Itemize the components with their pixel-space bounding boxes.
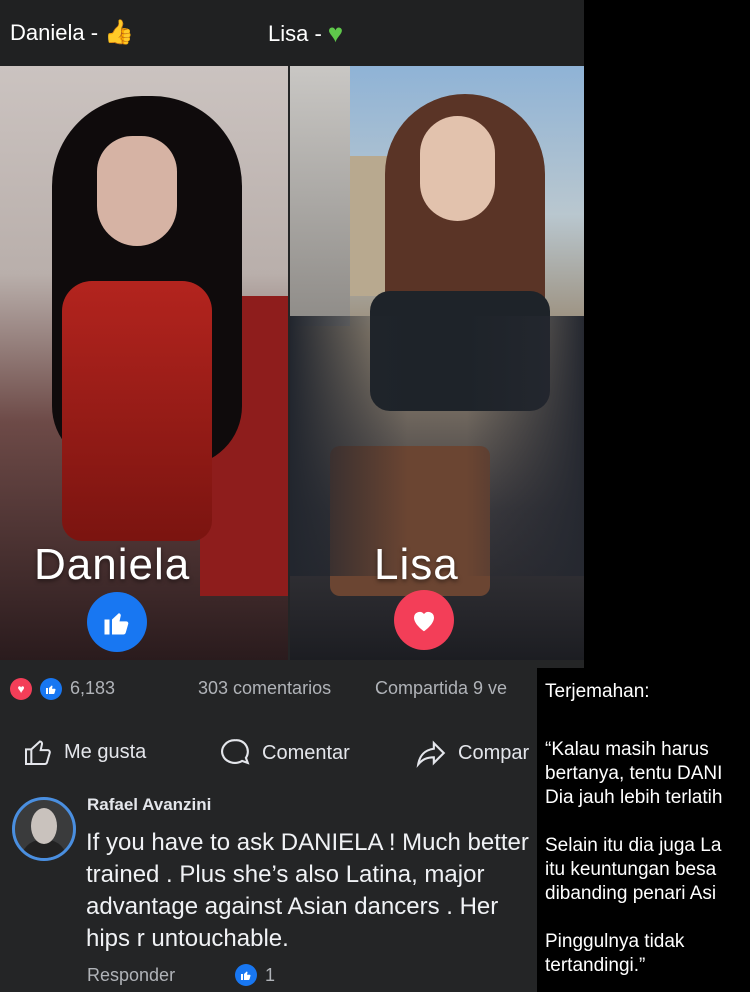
translation-line: tertandingi.” <box>545 955 646 976</box>
comment-meta: Responder 1 <box>87 964 275 986</box>
translation-title: Terjemahan: <box>545 681 650 702</box>
daniela-name-overlay: Daniela <box>34 540 191 589</box>
comparison-photos[interactable]: Daniela Lisa <box>0 66 584 660</box>
translation-line: Selain itu dia juga La <box>545 835 722 856</box>
like-reaction-icon <box>87 592 147 652</box>
translation-panel: Terjemahan: “Kalau masih harus bertanya,… <box>537 668 750 992</box>
lisa-name-overlay: Lisa <box>374 540 459 589</box>
translation-line: Dia jauh lebih terlatih <box>545 787 723 808</box>
comparison-header: Daniela - 👍 Lisa - ♥ <box>0 0 584 66</box>
avatar[interactable] <box>12 797 76 861</box>
comment-author[interactable]: Rafael Avanzini <box>87 795 211 815</box>
translation-line: bertanya, tentu DANI <box>545 763 723 784</box>
reply-link[interactable]: Responder <box>87 965 175 985</box>
thumbs-up-emoji-icon: 👍 <box>104 19 134 46</box>
lisa-photo[interactable]: Lisa <box>290 66 584 660</box>
shares-count[interactable]: Compartida 9 ve <box>375 678 507 699</box>
right-label: Lisa - ♥ <box>268 18 344 48</box>
share-button[interactable]: Compar <box>414 736 529 770</box>
green-heart-emoji-icon: ♥ <box>327 18 344 48</box>
like-icon <box>235 964 257 986</box>
translation-line: Pinggulnya tidak <box>545 931 685 952</box>
comments-count[interactable]: 303 comentarios <box>198 678 331 699</box>
facebook-post: Daniela - 👍 Lisa - ♥ Daniela Lisa ♥ 6,18… <box>0 0 584 992</box>
comment-button[interactable]: Comentar <box>218 736 350 770</box>
left-label: Daniela - 👍 <box>10 19 134 46</box>
love-reaction-icon <box>394 590 454 650</box>
post-stats: ♥ 6,183 303 comentarios Compartida 9 ve <box>0 668 584 708</box>
share-arrow-icon <box>416 740 446 768</box>
daniela-photo[interactable]: Daniela <box>0 66 288 660</box>
comment-like-count: 1 <box>265 965 276 985</box>
speech-bubble-icon <box>221 739 250 765</box>
translation-line: “Kalau masih harus <box>545 739 709 760</box>
comment-text: If you have to ask DANIELA ! Much better… <box>86 829 529 952</box>
reactions-count[interactable]: 6,183 <box>70 678 115 699</box>
like-icon <box>40 678 62 700</box>
post-actions: Me gusta Comentar Compar <box>0 730 584 776</box>
translation-line: itu keuntungan besa <box>545 859 717 880</box>
thumbs-up-outline-icon <box>25 740 51 765</box>
translation-line: dibanding penari Asi <box>545 883 717 904</box>
love-icon: ♥ <box>10 678 32 700</box>
like-button[interactable]: Me gusta <box>22 736 146 768</box>
